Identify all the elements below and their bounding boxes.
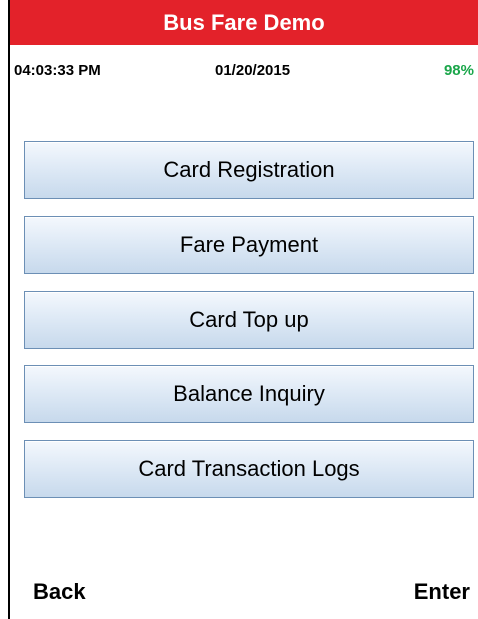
- enter-softkey[interactable]: Enter: [414, 580, 470, 604]
- app-title-bar: Bus Fare Demo: [10, 0, 478, 45]
- status-time: 04:03:33 PM: [14, 62, 101, 79]
- screen-left-border: [8, 0, 10, 619]
- status-date: 01/20/2015: [215, 62, 291, 79]
- card-transaction-logs-button[interactable]: Card Transaction Logs: [24, 440, 474, 498]
- card-top-up-button[interactable]: Card Top up: [24, 291, 474, 349]
- battery-level: 98%: [443, 62, 474, 79]
- app-title: Bus Fare Demo: [163, 10, 325, 35]
- back-softkey[interactable]: Back: [33, 580, 86, 604]
- card-registration-button[interactable]: Card Registration: [24, 141, 474, 199]
- device-screen: Bus Fare Demo 04:03:33 PM 01/20/2015 98%…: [0, 0, 478, 619]
- fare-payment-button[interactable]: Fare Payment: [24, 216, 474, 274]
- balance-inquiry-button[interactable]: Balance Inquiry: [24, 365, 474, 423]
